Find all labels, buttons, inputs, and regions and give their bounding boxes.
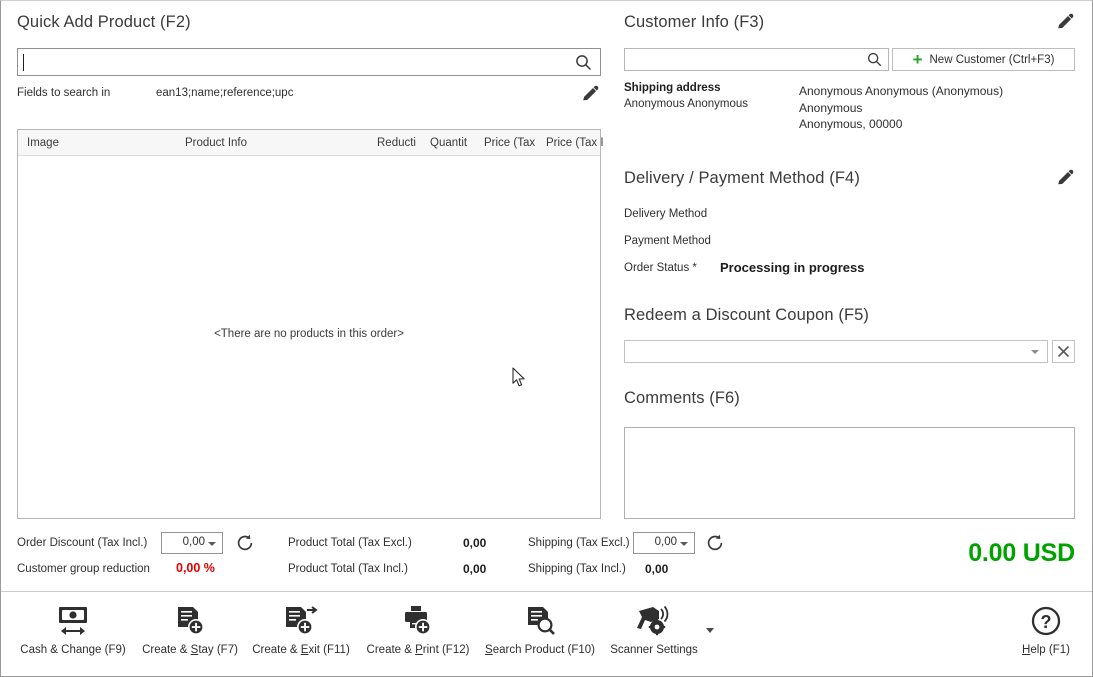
coupon-title: Redeem a Discount Coupon (F5) [624, 306, 870, 324]
quick-add-panel: Quick Add Product (F2) Fields to search … [1, 1, 615, 591]
address-lines: Anonymous Anonymous (Anonymous) Anonymou… [799, 83, 1003, 133]
delivery-payment-title: Delivery / Payment Method (F4) [624, 169, 860, 187]
new-customer-label: New Customer (Ctrl+F3) [929, 53, 1055, 66]
grand-total-amount: 0.00 USD [968, 539, 1075, 567]
column-header-price-excl[interactable]: Price (Tax [484, 137, 535, 149]
fields-to-search-label: Fields to search in [17, 87, 111, 99]
customer-group-reduction-value: 0,00 % [176, 561, 215, 575]
quick-add-title: Quick Add Product (F2) [17, 13, 191, 31]
address-line-1: Anonymous Anonymous (Anonymous) [799, 84, 1004, 98]
address-line-2: Anonymous [799, 100, 863, 115]
order-status-label: Order Status * [624, 262, 697, 274]
pos-order-window: Quick Add Product (F2) Fields to search … [0, 0, 1093, 677]
column-header-quantity[interactable]: Quantit [430, 137, 467, 149]
column-header-image[interactable]: Image [27, 137, 59, 149]
fields-to-search-row: Fields to search in ean13;name;reference… [17, 85, 601, 105]
shipping-address-name: Anonymous Anonymous [624, 98, 749, 110]
product-total-excl-label: Product Total (Tax Excl.) [288, 537, 412, 549]
cash-exchange-icon [13, 602, 133, 642]
order-discount-stepper[interactable]: 0,00 [161, 532, 223, 554]
customer-info-title: Customer Info (F3) [624, 13, 765, 31]
product-total-incl-label: Product Total (Tax Incl.) [288, 563, 408, 575]
shipping-address-block: Shipping address Anonymous Anonymous [624, 82, 748, 110]
comments-title: Comments (F6) [624, 389, 740, 407]
svg-text:?: ? [1041, 612, 1052, 632]
customer-group-reduction-label: Customer group reduction [17, 563, 150, 575]
search-icon[interactable] [574, 53, 593, 77]
fields-to-search-value: ean13;name;reference;upc [156, 87, 294, 99]
refresh-icon[interactable] [235, 533, 255, 558]
help-button[interactable]: ? Help (F1) [986, 602, 1093, 656]
create-and-stay-button[interactable]: Create & Stay (F7) [130, 602, 250, 656]
pencil-icon[interactable] [1055, 168, 1075, 193]
create-and-print-label: Create & Print (F12) [366, 644, 470, 656]
shipping-excl-stepper[interactable]: 0,00 [633, 532, 695, 554]
coupon-select[interactable] [624, 340, 1048, 363]
search-product-button[interactable]: Search Product (F10) [480, 602, 600, 656]
shipping-incl-value: 0,00 [645, 562, 669, 576]
create-and-exit-button[interactable]: Create & Exit (F11) [241, 602, 361, 656]
help-label: Help (F1) [1022, 644, 1070, 656]
scanner-settings-button[interactable]: Scanner Settings [594, 602, 714, 656]
product-total-excl-value: 0,00 [463, 536, 487, 550]
chevron-down-icon [680, 542, 688, 546]
document-add-icon [130, 602, 250, 642]
pencil-icon[interactable] [1055, 12, 1075, 37]
create-and-print-button[interactable]: Create & Print (F12) [358, 602, 478, 656]
coupon-clear-button[interactable] [1052, 340, 1075, 363]
order-discount-value: 0,00 [182, 536, 205, 548]
new-customer-button[interactable]: + New Customer (Ctrl+F3) [892, 48, 1075, 71]
scanner-settings-icon [594, 602, 714, 642]
document-add-exit-icon [241, 602, 361, 642]
order-totals-strip: Order Discount (Tax Incl.) 0,00 Customer… [1, 529, 1093, 591]
shipping-address-heading: Shipping address [624, 82, 721, 94]
chevron-down-icon[interactable] [706, 628, 714, 633]
text-caret [23, 54, 24, 71]
pencil-icon[interactable] [580, 84, 600, 109]
grid-empty-message: <There are no products in this order> [214, 328, 404, 340]
refresh-icon[interactable] [705, 533, 725, 558]
help-circle-icon: ? [986, 602, 1093, 642]
create-and-stay-label: Create & Stay (F7) [142, 644, 238, 656]
search-icon[interactable] [866, 51, 883, 73]
column-header-price-incl[interactable]: Price (Tax I [546, 137, 604, 149]
customer-search-input[interactable] [624, 48, 889, 71]
order-details-panel: Customer Info (F3) + New Customer (Ctrl+… [615, 1, 1093, 521]
close-icon [1057, 345, 1070, 358]
document-print-add-icon [358, 602, 478, 642]
product-search-input[interactable] [17, 48, 601, 76]
plus-icon: + [912, 50, 923, 69]
grid-header-row: Image Product Info Reducti Quantit Price… [18, 130, 604, 156]
payment-method-label: Payment Method [624, 235, 711, 247]
order-products-grid[interactable]: Image Product Info Reducti Quantit Price… [17, 129, 604, 519]
chevron-down-icon [208, 542, 216, 546]
order-discount-label: Order Discount (Tax Incl.) [17, 537, 148, 549]
delivery-method-label: Delivery Method [624, 208, 708, 220]
shipping-excl-value: 0,00 [654, 536, 677, 548]
shipping-excl-label: Shipping (Tax Excl.) [528, 537, 630, 549]
product-total-incl-value: 0,00 [463, 562, 487, 576]
cash-and-change-label: Cash & Change (F9) [20, 644, 126, 656]
order-status-value: Processing in progress [720, 260, 865, 275]
shipping-incl-label: Shipping (Tax Incl.) [528, 563, 626, 575]
cash-and-change-button[interactable]: Cash & Change (F9) [13, 602, 133, 656]
column-header-reduction[interactable]: Reducti [377, 137, 416, 149]
chevron-down-icon [1031, 350, 1039, 354]
create-and-exit-label: Create & Exit (F11) [252, 644, 350, 656]
document-search-icon [480, 602, 600, 642]
search-product-label: Search Product (F10) [485, 644, 595, 656]
bottom-toolbar: Cash & Change (F9) Create & Stay (F7) Cr… [1, 591, 1092, 676]
comments-textarea[interactable] [624, 427, 1075, 519]
scanner-settings-label: Scanner Settings [610, 644, 698, 656]
address-line-3: Anonymous, 00000 [799, 117, 903, 131]
column-header-product-info[interactable]: Product Info [185, 137, 247, 149]
